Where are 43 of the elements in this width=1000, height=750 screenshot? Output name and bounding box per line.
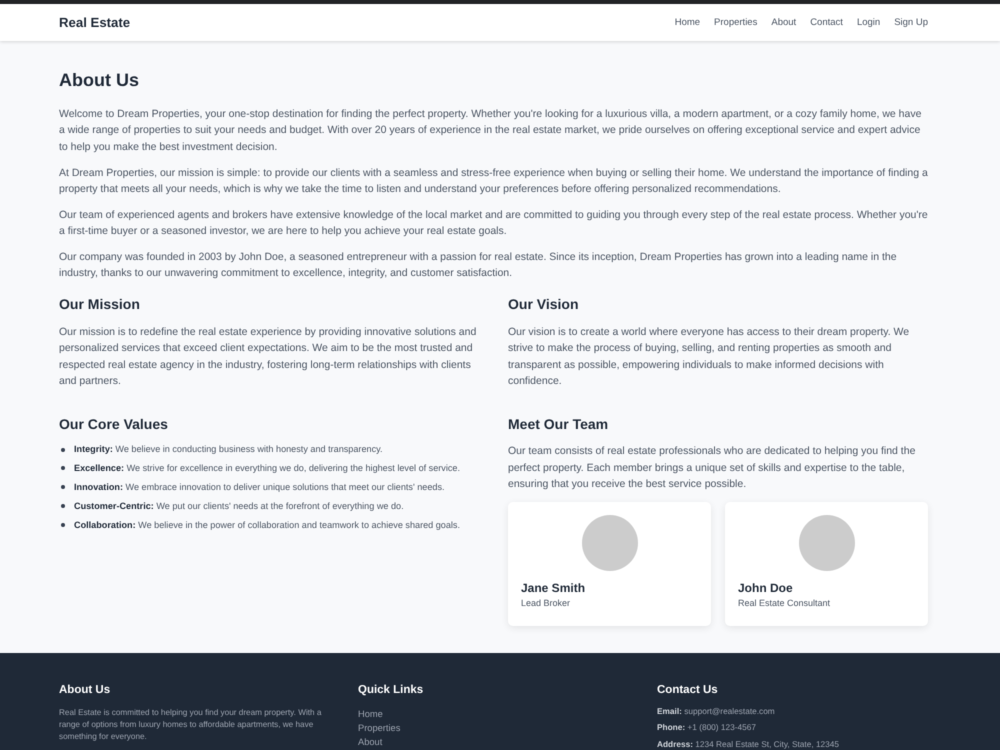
footer-link[interactable]: Properties (358, 720, 400, 735)
section-heading: Our Vision (508, 295, 580, 314)
value-item: Integrity: We believe in conducting business with honesty and transparency. (74, 443, 383, 456)
paragraph: At Dream Properties, our mission is simple: to provide our clients with a seamless and stress-free experience when buying or selling their home. We understand the importance of finding a property that meets all your needs, which is why we take the time to listen and understand your preferences before offering personalized recommendations. (59, 166, 928, 198)
nav-link[interactable]: Properties (714, 17, 758, 28)
bullet-icon (61, 448, 65, 452)
contact-item: Address: 1234 Real Estate St, City, State, 12345 (657, 740, 840, 750)
footer-link[interactable]: Home (358, 706, 383, 721)
paragraph: Our vision is to create a world where everyone has access to their dream property. We strive to make the process of buying, selling, and renting properties as smooth and transparent as possible, empowering individuals to make informed decisions with confidence. (508, 324, 910, 390)
footer-heading: About Us (59, 682, 112, 698)
bullet-icon (61, 485, 65, 490)
paragraph: Our company was founded in 2003 by John Doe, a seasoned entrepreneur with a passion for real estate. Since its inception, Dream Properties has grown into a leading name in the industry, thanks to our unwavering commitment to excellence, integrity, and customer satisfaction. (59, 250, 898, 282)
section-heading: Our Core Values (59, 414, 169, 434)
paragraph: Our mission is to redefine the real estate experience by providing innovative solutions and personalized services that exceed client expectations. We aim to be the most trusted and respected real estate agency in the industry, fostering long-term relationships with clients and partners. (59, 324, 478, 390)
page-title: About Us (59, 69, 140, 92)
bullet-icon (61, 504, 65, 508)
contact-item: Email: support@realestate.com (657, 706, 776, 717)
nav-link[interactable]: Contact (810, 17, 843, 28)
footer-link[interactable]: About (358, 734, 382, 749)
member-name: John Doe (738, 580, 794, 596)
nav-link[interactable]: Sign Up (894, 17, 928, 28)
bullet-icon (61, 522, 65, 527)
section-heading: Our Mission (59, 295, 141, 314)
contact-item: Phone: +1 (800) 123-4567 (657, 723, 757, 734)
member-name: Jane Smith (521, 580, 586, 596)
section-heading: Meet Our Team (508, 414, 610, 434)
footer-heading: Contact Us (657, 682, 719, 698)
bullet-icon (61, 466, 65, 470)
nav-link[interactable]: About (771, 17, 796, 28)
paragraph: Our team consists of real estate professionals who are dedicated to helping you find the perfect property. Each member brings a unique set of skills and expertise to the table, ensuring that you receive the best service possible. (508, 444, 916, 492)
value-item: Customer-Centric: We put our clients' needs at the forefront of everything we do. (74, 500, 404, 512)
brand-logo[interactable]: Real Estate (59, 15, 130, 30)
member-role: Real Estate Consultant (738, 596, 832, 610)
nav-link[interactable]: Login (856, 17, 880, 28)
paragraph: Welcome to Dream Properties, your one-stop destination for finding the perfect property. Whether you're looking for a luxurious villa, a modern apartment, or a cozy family home, we have a wide range of properties to suit your needs and budget. With over 20 years of experience in the real estate market, we pride ourselves on offering exceptional service and expert advice to help you make the best investment decision. (59, 107, 922, 155)
nav-link[interactable]: Home (674, 17, 700, 28)
value-item: Collaboration: We believe in the power of collaboration and teamwork to achieve shared goals. (74, 518, 460, 532)
value-item: Excellence: We strive for excellence in everything we do, delivering the highest level of service. (74, 462, 460, 475)
value-item: Innovation: We embrace innovation to deliver unique solutions that meet our clients' needs. (74, 480, 445, 494)
footer-text: Real Estate is committed to helping you find your dream property. With a range of options from luxury homes to affordable apartments, we have something for everyone. (59, 706, 322, 744)
paragraph: Our team of experienced agents and brokers have extensive knowledge of the local market and are committed to guiding you through every step of the real estate process. Whether you're a first-time buyer or a seasoned investor, we are here to help you achieve your real estate goals. (59, 208, 928, 240)
member-role: Lead Broker (521, 596, 572, 610)
footer-heading: Quick Links (358, 682, 424, 698)
